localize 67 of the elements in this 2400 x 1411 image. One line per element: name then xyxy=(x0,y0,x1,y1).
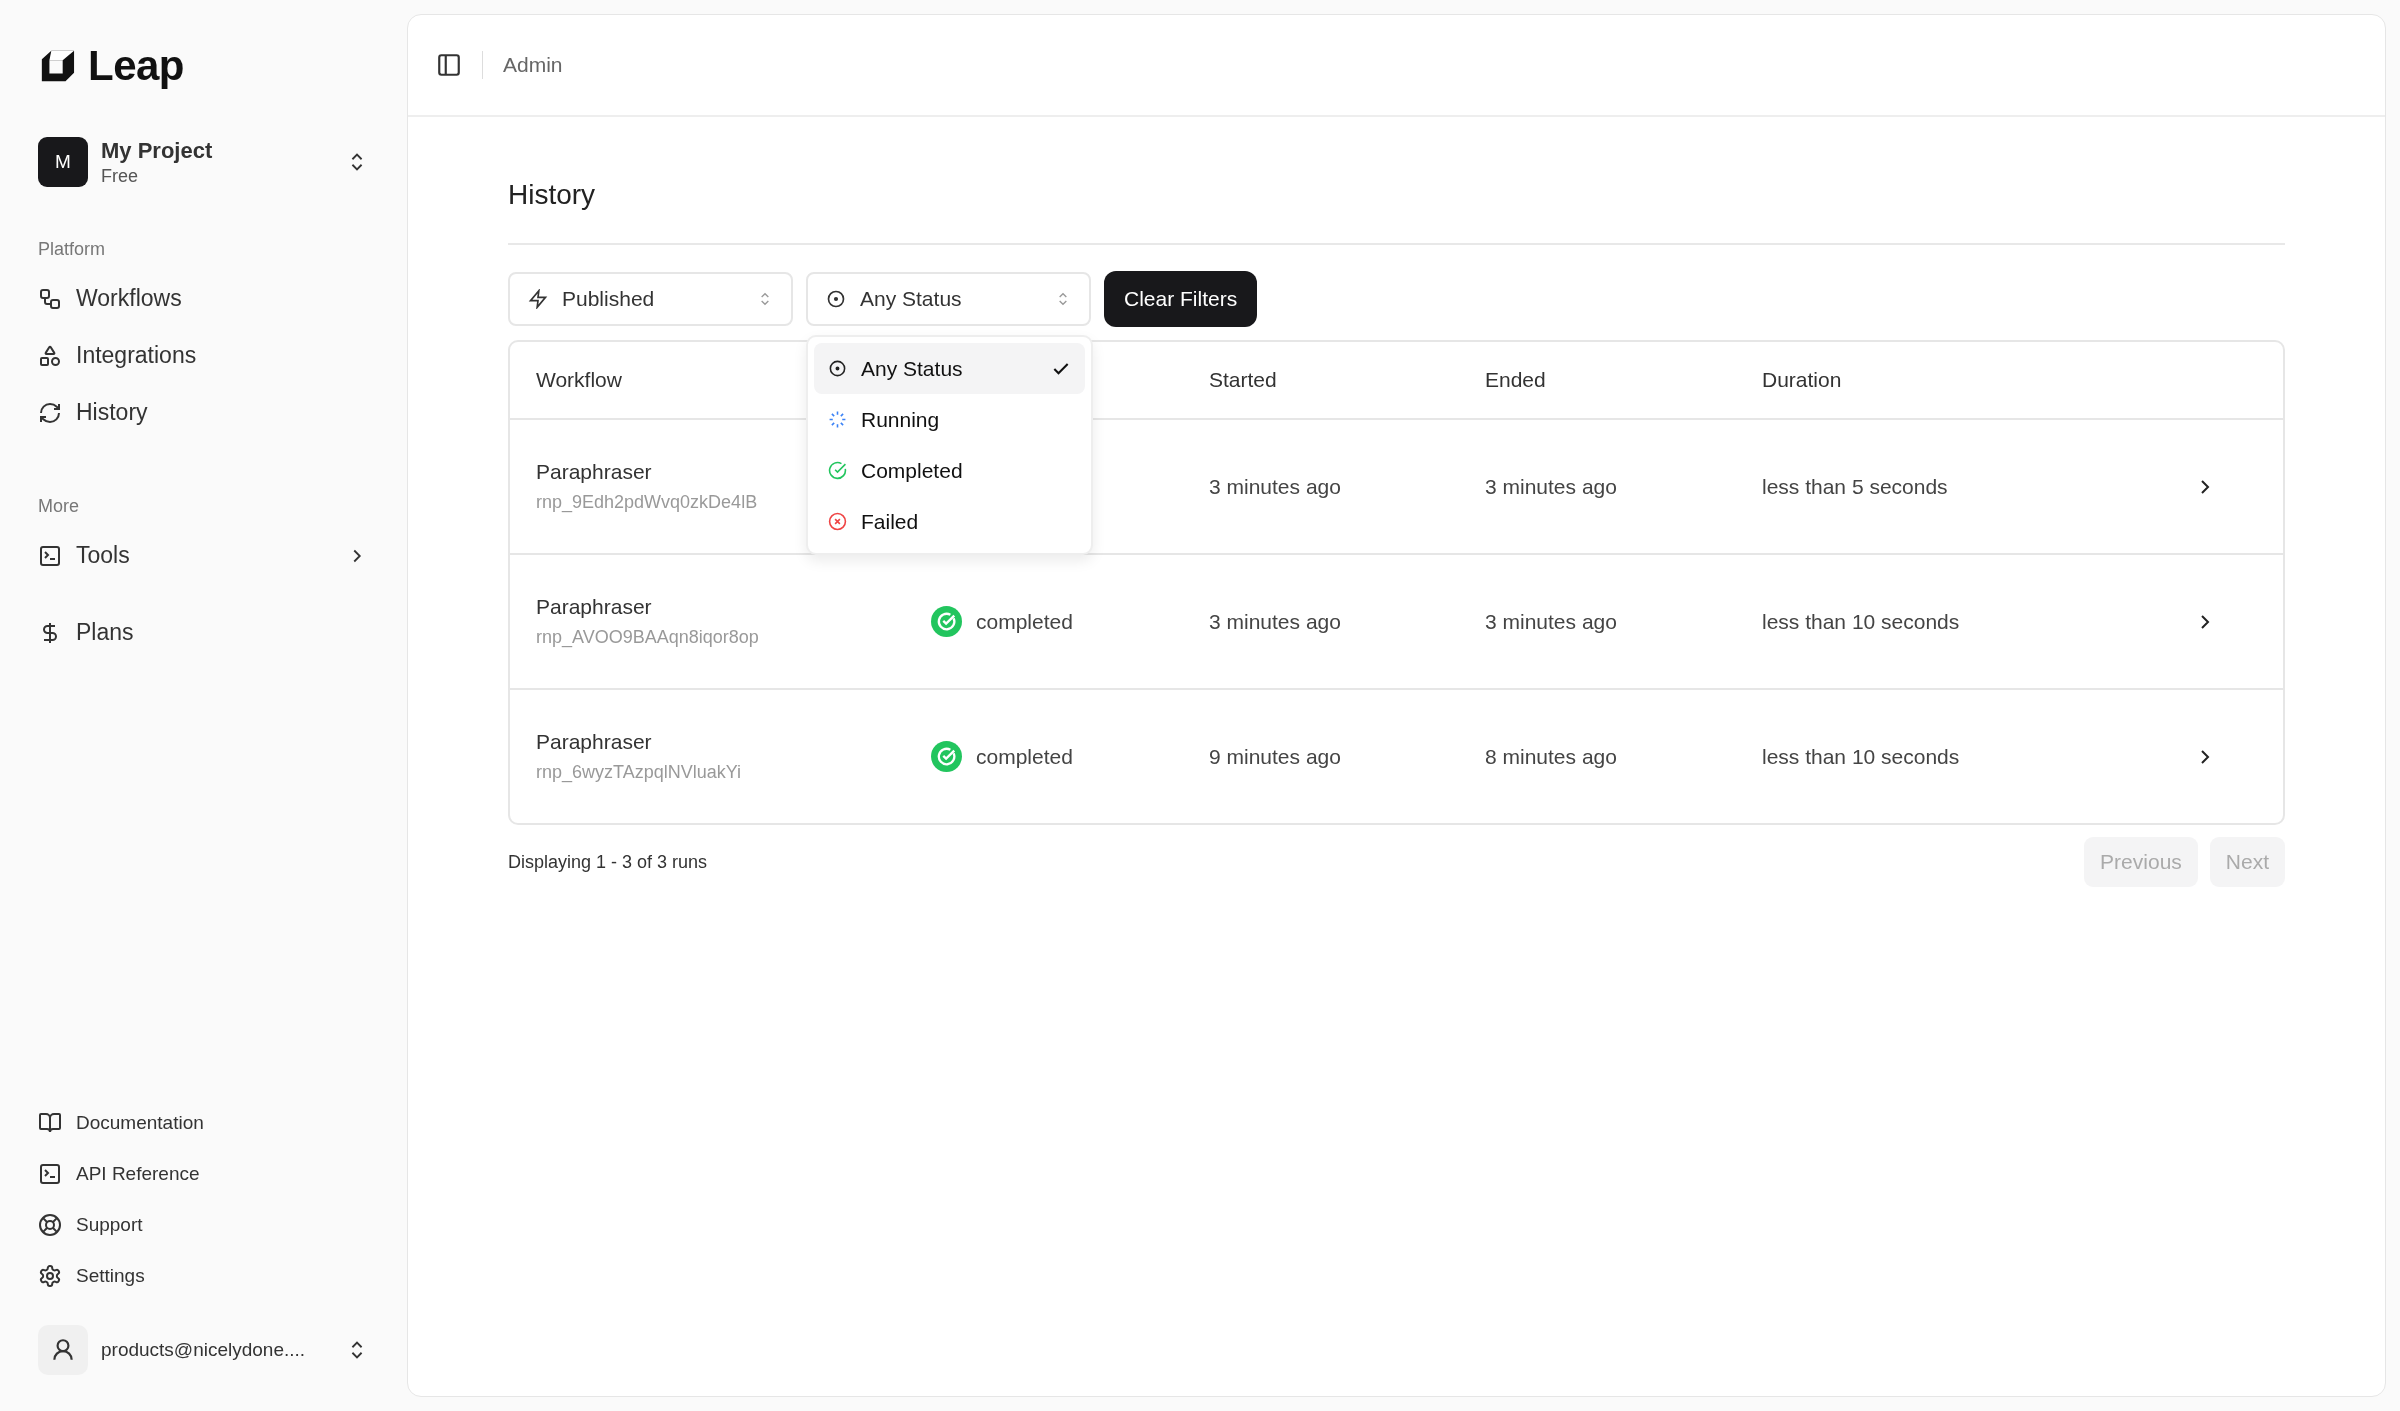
table-cell: 3 minutes ago xyxy=(1485,474,1617,499)
page-title: History xyxy=(508,179,597,212)
terminal-icon xyxy=(38,1161,62,1186)
workflow-name: Paraphraser xyxy=(536,730,652,754)
run-id: rnp_6wyzTAzpqlNVluakYi xyxy=(536,762,742,783)
nav-item[interactable]: Tools xyxy=(38,527,368,584)
user-menu[interactable]: products@nicelydone.... xyxy=(38,1325,368,1375)
target-icon xyxy=(828,359,847,378)
project-name: My Project xyxy=(101,137,214,164)
x-circle-icon xyxy=(828,512,847,531)
menu-item[interactable]: Any Status xyxy=(814,343,1085,394)
check-badge-icon xyxy=(931,741,962,772)
user-icon xyxy=(50,1337,76,1363)
nav-item[interactable]: Workflows xyxy=(38,270,368,327)
check-circle-icon xyxy=(828,461,847,480)
menu-item[interactable]: Failed xyxy=(814,496,1085,547)
project-plan: Free xyxy=(101,165,139,187)
clear-filters-button[interactable]: Clear Filters xyxy=(1104,271,1258,327)
results-summary: Displaying 1 - 3 of 3 runs xyxy=(508,851,708,873)
table-cell: less than 10 seconds xyxy=(1762,609,1960,634)
nav-item[interactable]: History xyxy=(38,384,368,441)
status-filter[interactable]: Any Status xyxy=(806,272,1091,326)
run-id: rnp_AVOO9BAAqn8iqor8op xyxy=(536,627,759,648)
table-cell: 3 minutes ago xyxy=(1485,609,1617,634)
user-email: products@nicelydone.... xyxy=(101,1339,307,1361)
workflow-icon xyxy=(38,286,62,311)
workflow-name: Paraphraser xyxy=(536,595,652,619)
table-cell: 8 minutes ago xyxy=(1485,744,1617,769)
book-icon xyxy=(38,1110,62,1135)
terminal-icon xyxy=(38,543,62,568)
nav-item[interactable]: Plans xyxy=(38,604,368,661)
breadcrumb[interactable]: Admin xyxy=(503,53,563,77)
sidebar-toggle-icon[interactable] xyxy=(436,52,462,78)
table-cell: 9 minutes ago xyxy=(1209,744,1341,769)
column-header: Started xyxy=(1209,368,1277,392)
status-text: completed xyxy=(976,744,1073,769)
column-header: Duration xyxy=(1762,368,1842,392)
table-cell: less than 5 seconds xyxy=(1762,474,1948,499)
footer-link[interactable]: Support xyxy=(38,1199,407,1250)
menu-item[interactable]: Running xyxy=(814,394,1085,445)
footer-link[interactable]: Documentation xyxy=(38,1097,407,1148)
footer-link[interactable]: API Reference xyxy=(38,1148,407,1199)
project-switcher[interactable]: M My Project Free xyxy=(38,137,368,187)
footer-link[interactable]: Settings xyxy=(38,1250,407,1301)
table-cell: less than 10 seconds xyxy=(1762,744,1960,769)
run-id: rnp_9Edh2pdWvq0zkDe4lB xyxy=(536,492,758,513)
lightning-icon xyxy=(528,289,548,309)
target-icon xyxy=(826,289,846,309)
section-heading: More xyxy=(38,496,80,517)
section-heading: Platform xyxy=(38,239,107,260)
check-badge-icon xyxy=(931,606,962,637)
spinner-icon xyxy=(828,410,847,429)
status-text: completed xyxy=(976,609,1073,634)
refresh-icon xyxy=(38,400,62,425)
column-header: Workflow xyxy=(536,368,622,392)
table-cell: 3 minutes ago xyxy=(1209,609,1341,634)
logo-text: Leap xyxy=(88,42,185,90)
column-header: Ended xyxy=(1485,368,1546,392)
shapes-icon xyxy=(38,343,62,368)
workflow-name: Paraphraser xyxy=(536,460,652,484)
settings-icon xyxy=(38,1263,62,1288)
project-avatar: M xyxy=(38,137,88,187)
lifebuoy-icon xyxy=(38,1212,62,1237)
workflow-filter[interactable]: Published xyxy=(508,272,793,326)
table-cell: 3 minutes ago xyxy=(1209,474,1341,499)
menu-item[interactable]: Completed xyxy=(814,445,1085,496)
nav-item[interactable]: Integrations xyxy=(38,327,368,384)
